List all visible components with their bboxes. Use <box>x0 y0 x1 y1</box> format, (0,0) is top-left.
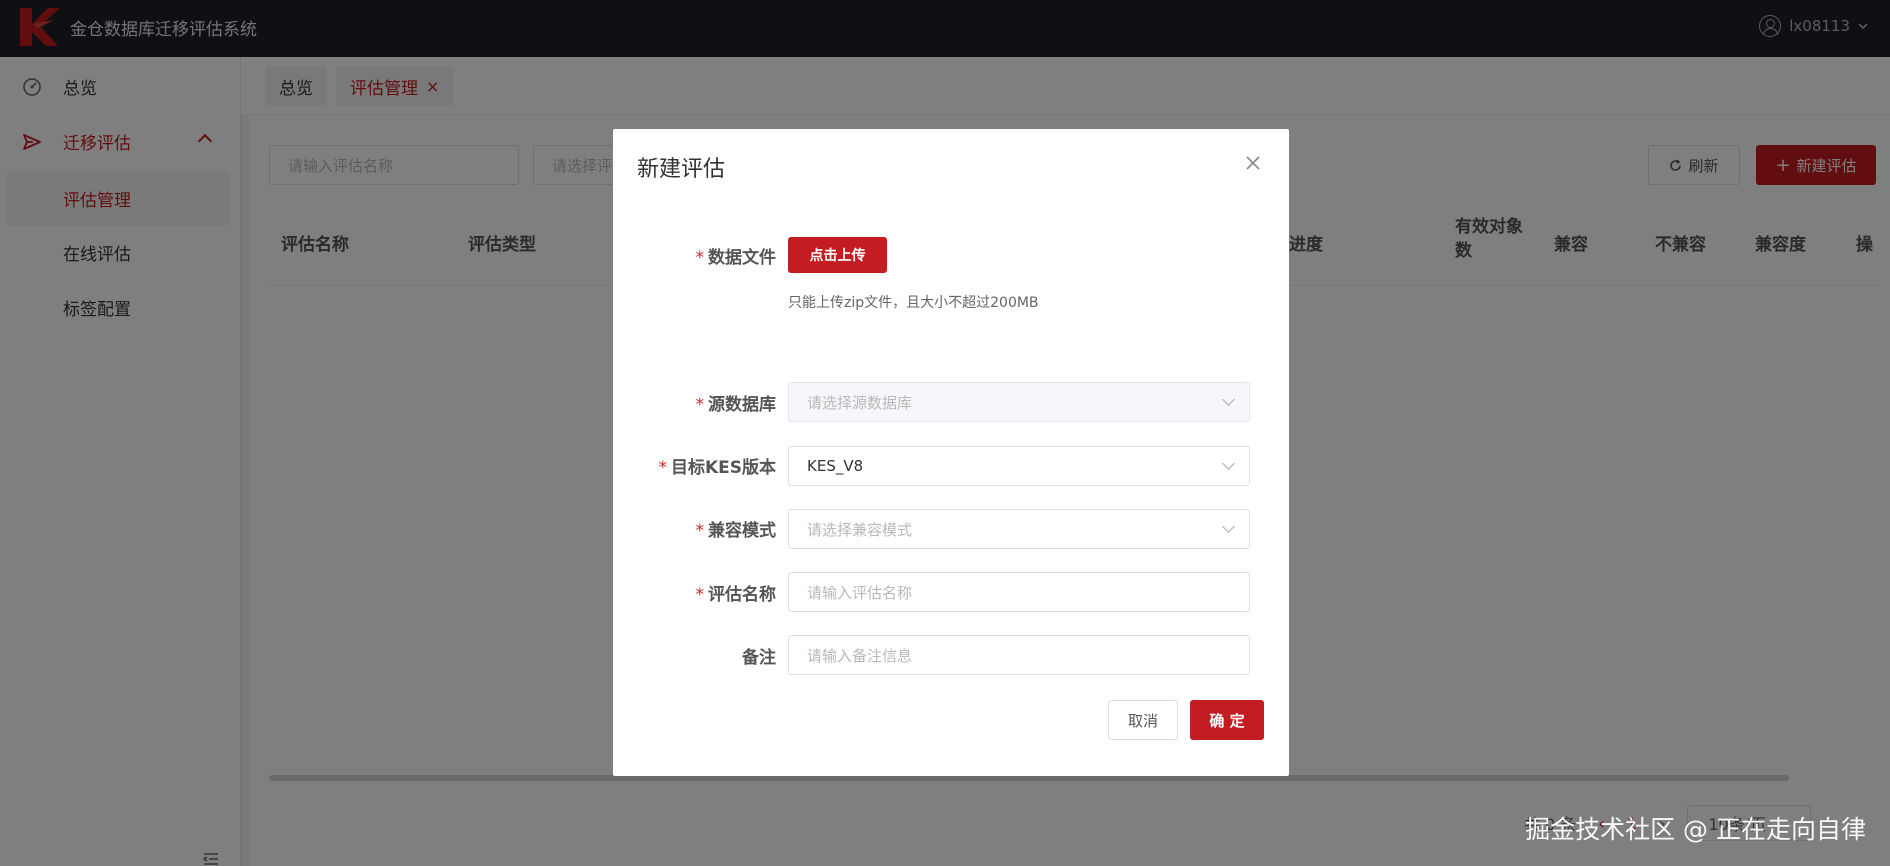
eval-name-label: * 评估名称 <box>695 585 777 605</box>
remark-input[interactable]: 请输入备注信息 <box>788 635 1250 675</box>
close-icon[interactable] <box>1245 155 1261 171</box>
upload-button[interactable]: 点击上传 <box>788 237 887 273</box>
chevron-down-icon <box>1222 393 1235 406</box>
target-kes-label: * 目标KES版本 <box>658 458 776 478</box>
data-file-label: * 数据文件 <box>695 248 777 268</box>
source-db-select[interactable]: 请选择源数据库 <box>788 382 1250 422</box>
chevron-down-icon <box>1222 520 1235 533</box>
compat-mode-label: * 兼容模式 <box>695 521 777 541</box>
eval-name-input[interactable]: 请输入评估名称 <box>788 572 1250 612</box>
cancel-button[interactable]: 取消 <box>1108 700 1178 740</box>
remark-label: 备注 <box>742 648 776 668</box>
compat-mode-select[interactable]: 请选择兼容模式 <box>788 509 1250 549</box>
target-kes-select[interactable]: KES_V8 <box>788 446 1250 486</box>
new-eval-dialog: 新建评估 * 数据文件 点击上传 只能上传zip文件，且大小不超过200MB * 源… <box>613 129 1289 776</box>
source-db-label: * 源数据库 <box>695 395 777 415</box>
watermark: 掘金技术社区 @ 正在走向自律 <box>1525 815 1866 844</box>
upload-tip: 只能上传zip文件，且大小不超过200MB <box>788 295 1039 311</box>
confirm-button[interactable]: 确 定 <box>1190 700 1264 740</box>
chevron-down-icon <box>1222 457 1235 470</box>
dialog-title: 新建评估 <box>637 157 726 182</box>
